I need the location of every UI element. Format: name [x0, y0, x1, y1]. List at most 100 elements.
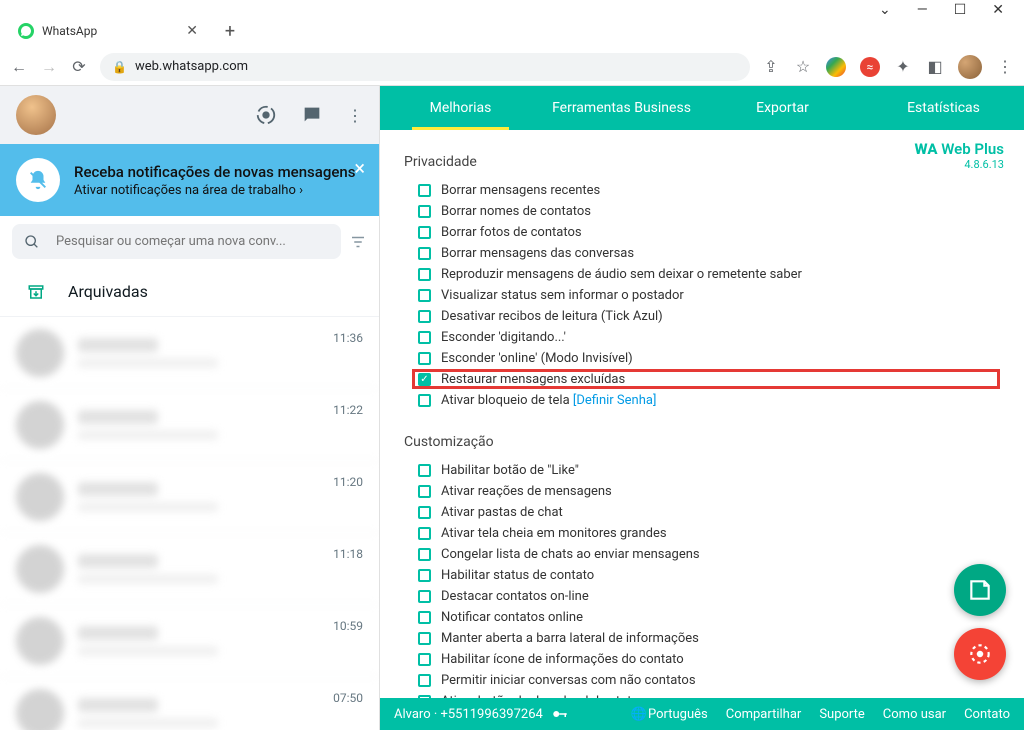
checkbox-icon[interactable]: ✓ — [418, 373, 431, 386]
whatsapp-sidebar: ⋮ Receba notificações de novas mensagens… — [0, 86, 380, 730]
custom-option[interactable]: Habilitar ícone de informações do contat… — [418, 649, 1000, 669]
checkbox-icon[interactable] — [418, 289, 431, 302]
privacy-option[interactable]: Desativar recibos de leitura (Tick Azul) — [418, 306, 1000, 326]
chat-item[interactable] — [0, 677, 379, 730]
chat-item[interactable] — [0, 461, 379, 533]
checkbox-icon[interactable] — [418, 205, 431, 218]
checkbox-icon[interactable] — [418, 247, 431, 260]
webplus-tab[interactable]: Exportar — [702, 86, 863, 130]
footer-lang[interactable]: 🌐 Português — [630, 707, 707, 722]
privacy-option[interactable]: ✓Restaurar mensagens excluídas — [412, 369, 1000, 389]
menu-dots-icon[interactable]: ⋮ — [347, 106, 363, 125]
sidepanel-icon[interactable]: ◧ — [926, 57, 944, 76]
my-profile-avatar[interactable] — [16, 95, 56, 135]
chat-time: 10:59 — [333, 619, 363, 633]
custom-option[interactable]: Ativar pastas de chat — [418, 502, 1000, 522]
option-label: Ativar pastas de chat — [441, 505, 563, 520]
browser-menu-icon[interactable]: ⋮ — [996, 57, 1014, 76]
privacy-option[interactable]: Borrar mensagens das conversas — [418, 243, 1000, 263]
extensions-puzzle-icon[interactable]: ✦ — [894, 57, 912, 76]
option-label: Habilitar botão de "Like" — [441, 463, 579, 478]
privacy-option[interactable]: Esconder 'online' (Modo Invisível) — [418, 348, 1000, 368]
privacy-option[interactable]: Esconder 'digitando...' — [418, 327, 1000, 347]
checkbox-icon[interactable] — [418, 548, 431, 561]
nav-back-icon[interactable]: ← — [10, 57, 28, 77]
checkbox-icon[interactable] — [418, 674, 431, 687]
checkbox-icon[interactable] — [418, 632, 431, 645]
address-bar[interactable]: 🔒 web.whatsapp.com — [100, 53, 750, 81]
profile-avatar-icon[interactable] — [958, 55, 982, 79]
share-icon[interactable]: ⇪ — [762, 57, 780, 76]
sticker-fab[interactable] — [954, 564, 1006, 616]
extension-1-icon[interactable] — [826, 57, 846, 77]
browser-tab[interactable]: WhatsApp ✕ — [8, 14, 208, 48]
checkbox-icon[interactable] — [418, 394, 431, 407]
nav-reload-icon[interactable]: ⟳ — [70, 57, 88, 76]
new-chat-icon[interactable] — [301, 104, 323, 126]
privacy-option[interactable]: Borrar nomes de contatos — [418, 201, 1000, 221]
checkbox-icon[interactable] — [418, 527, 431, 540]
checkbox-icon[interactable] — [418, 184, 431, 197]
webplus-tab[interactable]: Melhorias — [380, 86, 541, 130]
custom-option[interactable]: Manter aberta a barra lateral de informa… — [418, 628, 1000, 648]
extension-2-icon[interactable]: ≈ — [860, 57, 880, 77]
search-input[interactable] — [56, 234, 329, 249]
custom-option[interactable]: Ativar tela cheia em monitores grandes — [418, 523, 1000, 543]
privacy-option[interactable]: Borrar fotos de contatos — [418, 222, 1000, 242]
settings-fab[interactable] — [954, 628, 1006, 680]
checkbox-icon[interactable] — [418, 590, 431, 603]
option-label: Permitir iniciar conversas com não conta… — [441, 673, 696, 688]
notif-close-icon[interactable]: × — [354, 156, 365, 180]
footer-link[interactable]: Compartilhar — [726, 707, 802, 722]
custom-option[interactable]: Notificar contatos online — [418, 607, 1000, 627]
custom-option[interactable]: Habilitar botão de "Like" — [418, 460, 1000, 480]
filter-icon[interactable] — [349, 233, 367, 251]
nav-forward-icon[interactable]: → — [40, 57, 58, 77]
chat-item[interactable] — [0, 389, 379, 461]
chat-time: 11:18 — [333, 547, 363, 561]
checkbox-icon[interactable] — [418, 485, 431, 498]
footer-link[interactable]: Como usar — [883, 707, 946, 722]
bookmark-star-icon[interactable]: ☆ — [794, 57, 812, 76]
window-maximize-icon[interactable]: ☐ — [954, 2, 967, 18]
custom-option[interactable]: Habilitar status de contato — [418, 565, 1000, 585]
new-tab-button[interactable]: + — [216, 17, 244, 45]
webplus-tab[interactable]: Estatísticas — [863, 86, 1024, 130]
custom-option[interactable]: Permitir iniciar conversas com não conta… — [418, 670, 1000, 690]
chat-item[interactable] — [0, 533, 379, 605]
checkbox-icon[interactable] — [418, 352, 431, 365]
privacy-option[interactable]: Visualizar status sem informar o postado… — [418, 285, 1000, 305]
checkbox-icon[interactable] — [418, 464, 431, 477]
checkbox-icon[interactable] — [418, 310, 431, 323]
chat-item[interactable] — [0, 317, 379, 389]
window-close-icon[interactable]: ✕ — [992, 2, 1004, 18]
chat-avatar — [16, 689, 64, 730]
custom-option[interactable]: Destacar contatos on-line — [418, 586, 1000, 606]
checkbox-icon[interactable] — [418, 226, 431, 239]
whatsapp-favicon-icon — [18, 23, 34, 39]
checkbox-icon[interactable] — [418, 506, 431, 519]
archived-row[interactable]: Arquivadas — [0, 267, 379, 317]
custom-option[interactable]: Ativar reações de mensagens — [418, 481, 1000, 501]
privacy-option[interactable]: Borrar mensagens recentes — [418, 180, 1000, 200]
footer-link[interactable]: Suporte — [819, 707, 864, 722]
notif-action-link[interactable]: Ativar notificações na área de trabalho … — [74, 183, 363, 198]
option-link[interactable]: [Definir Senha] — [570, 393, 657, 408]
webplus-tab[interactable]: Ferramentas Business — [541, 86, 702, 130]
checkbox-icon[interactable] — [418, 331, 431, 344]
chat-item[interactable] — [0, 605, 379, 677]
footer-link[interactable]: Contato — [964, 707, 1010, 722]
checkbox-icon[interactable] — [418, 611, 431, 624]
browser-toolbar: ← → ⟳ 🔒 web.whatsapp.com ⇪ ☆ ≈ ✦ ◧ ⋮ — [0, 48, 1024, 86]
window-minimize-icon[interactable]: — — [917, 2, 928, 18]
tab-close-icon[interactable]: ✕ — [186, 23, 198, 39]
checkbox-icon[interactable] — [418, 569, 431, 582]
checkbox-icon[interactable] — [418, 268, 431, 281]
status-icon[interactable] — [255, 104, 277, 126]
search-box[interactable] — [12, 224, 341, 259]
window-caret-down-icon[interactable]: ⌄ — [879, 2, 891, 18]
custom-option[interactable]: Congelar lista de chats ao enviar mensag… — [418, 544, 1000, 564]
privacy-option[interactable]: Reproduzir mensagens de áudio sem deixar… — [418, 264, 1000, 284]
privacy-option[interactable]: Ativar bloqueio de tela [Definir Senha] — [418, 390, 1000, 410]
checkbox-icon[interactable] — [418, 653, 431, 666]
